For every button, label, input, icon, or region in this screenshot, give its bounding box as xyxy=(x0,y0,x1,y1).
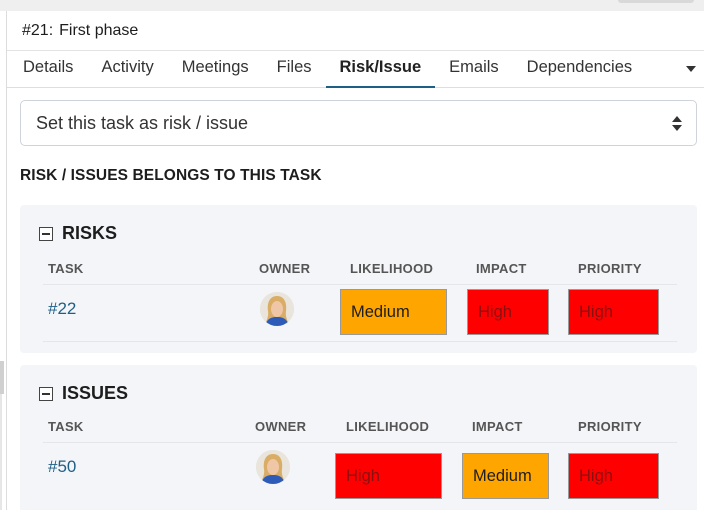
tab-details[interactable]: Details xyxy=(9,51,87,88)
col-priority: PRIORITY xyxy=(578,419,642,434)
issue-impact-badge: Medium xyxy=(462,453,549,499)
issues-title: ISSUES xyxy=(62,383,129,403)
collapse-issues-icon[interactable] xyxy=(39,386,53,401)
tab-dependencies[interactable]: Dependencies xyxy=(513,51,647,88)
risk-issue-select-value: Set this task as risk / issue xyxy=(36,112,249,133)
top-window-strip xyxy=(0,0,704,11)
task-header: #21: First phase xyxy=(7,11,704,51)
col-likelihood: LIKELIHOOD xyxy=(350,261,434,276)
risk-task-link[interactable]: #22 xyxy=(48,299,76,319)
col-likelihood: LIKELIHOOD xyxy=(346,419,430,434)
issue-likelihood-badge: High xyxy=(335,453,442,499)
issue-task-link[interactable]: #50 xyxy=(48,457,76,477)
tab-files[interactable]: Files xyxy=(263,51,326,88)
edge-divider xyxy=(0,394,2,510)
risks-card: RISKS TASK OWNER LIKELIHOOD IMPACT PRIOR… xyxy=(20,205,697,353)
issues-header: ISSUES xyxy=(39,383,128,404)
col-owner: OWNER xyxy=(255,419,307,434)
left-window-edge xyxy=(0,11,5,510)
col-task: TASK xyxy=(48,261,84,276)
select-updown-icon xyxy=(672,116,682,132)
col-impact: IMPACT xyxy=(472,419,523,434)
risk-impact-badge: High xyxy=(467,289,549,335)
tab-bar: Details Activity Meetings Files Risk/Iss… xyxy=(7,51,704,88)
tab-activity[interactable]: Activity xyxy=(87,51,167,88)
risks-title: RISKS xyxy=(62,223,118,243)
window-notch xyxy=(618,0,694,3)
tab-emails[interactable]: Emails xyxy=(435,51,513,88)
task-title: First phase xyxy=(59,21,139,39)
task-detail-panel: #21: First phase Details Activity Meetin… xyxy=(6,11,704,510)
row-divider xyxy=(43,341,677,342)
resize-handle[interactable] xyxy=(0,361,4,394)
task-number: #21: xyxy=(22,21,54,39)
issues-card: ISSUES TASK OWNER LIKELIHOOD IMPACT PRIO… xyxy=(20,365,697,510)
col-priority: PRIORITY xyxy=(578,261,642,276)
collapse-risks-icon[interactable] xyxy=(39,226,53,241)
owner-avatar xyxy=(256,450,290,484)
owner-avatar xyxy=(260,292,294,326)
risk-likelihood-badge: Medium xyxy=(340,289,447,335)
col-owner: OWNER xyxy=(259,261,311,276)
row-divider xyxy=(43,284,677,285)
col-task: TASK xyxy=(48,419,84,434)
row-divider xyxy=(43,442,677,443)
more-tabs-caret-icon[interactable] xyxy=(686,66,696,72)
section-title: RISK / ISSUES BELONGS TO THIS TASK xyxy=(20,167,322,184)
risk-priority-badge: High xyxy=(568,289,659,335)
tab-risk-issue[interactable]: Risk/Issue xyxy=(325,51,436,88)
issue-priority-badge: High xyxy=(568,453,659,499)
risks-header: RISKS xyxy=(39,223,117,244)
col-impact: IMPACT xyxy=(476,261,527,276)
tab-meetings[interactable]: Meetings xyxy=(168,51,263,88)
risk-issue-select[interactable]: Set this task as risk / issue xyxy=(20,100,697,146)
